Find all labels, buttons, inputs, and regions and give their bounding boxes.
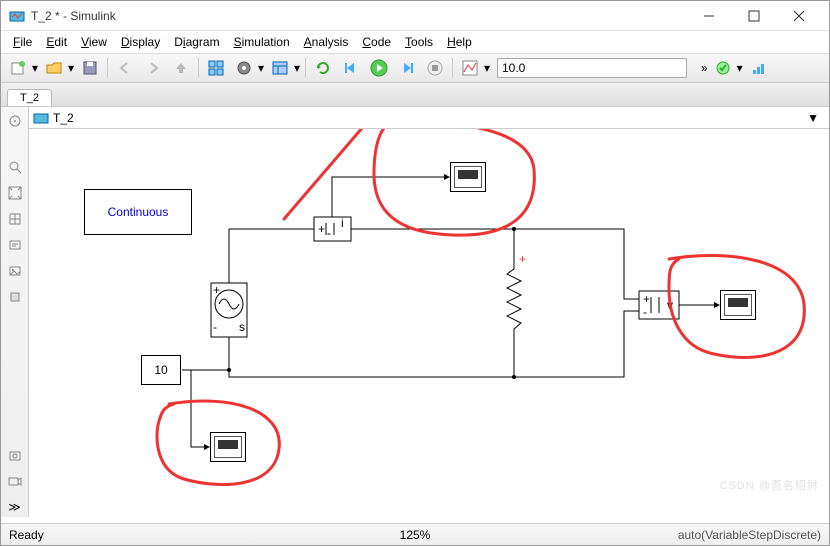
menu-tools[interactable]: Tools: [399, 33, 439, 51]
ac-source-block[interactable]: + - s: [211, 283, 247, 337]
titlebar: T_2 * - Simulink: [1, 1, 829, 31]
powergui-block[interactable]: Continuous: [84, 189, 192, 235]
svg-text:+: +: [213, 283, 220, 297]
left-palette: ≫: [1, 107, 29, 517]
toggle-perspective-button[interactable]: [5, 209, 25, 229]
new-model-button[interactable]: [5, 56, 31, 80]
svg-text:-: -: [213, 320, 217, 334]
save-button[interactable]: [77, 56, 103, 80]
menu-display[interactable]: Display: [115, 33, 166, 51]
scope-voltage-block[interactable]: [720, 290, 756, 320]
open-dropdown[interactable]: ▾: [67, 61, 75, 75]
toolbar: ▾ ▾ ▾ ▾ ▾ 10.0 » ▾: [1, 53, 829, 83]
maximize-button[interactable]: [731, 2, 776, 30]
status-left: Ready: [9, 528, 44, 542]
viewmark-button[interactable]: [5, 287, 25, 307]
deploy-button[interactable]: [746, 56, 772, 80]
build-button[interactable]: [710, 56, 736, 80]
current-sensor-block[interactable]: + i -: [314, 216, 351, 241]
minimize-button[interactable]: [686, 2, 731, 30]
svg-text:+: +: [318, 222, 325, 236]
svg-text:s: s: [239, 320, 245, 334]
menu-edit[interactable]: Edit: [40, 33, 73, 51]
fit-button[interactable]: [5, 183, 25, 203]
model-explorer-dropdown[interactable]: ▾: [293, 61, 301, 75]
svg-text:+: +: [643, 292, 650, 306]
menu-help[interactable]: Help: [441, 33, 478, 51]
constant-block[interactable]: 10: [141, 355, 181, 385]
breadcrumb-dropdown[interactable]: ▼: [807, 111, 819, 125]
help-rail-button[interactable]: ≫: [5, 497, 25, 517]
breadcrumb-name[interactable]: T_2: [53, 111, 74, 125]
stop-button[interactable]: [422, 56, 448, 80]
data-inspector-button[interactable]: [457, 56, 483, 80]
menu-analysis[interactable]: Analysis: [298, 33, 355, 51]
tabbar: T_2: [1, 83, 829, 107]
hide-browser-button[interactable]: [5, 111, 25, 131]
step-forward-button[interactable]: [394, 56, 420, 80]
build-dropdown[interactable]: ▾: [736, 61, 744, 75]
zoom-button[interactable]: [5, 157, 25, 177]
breadcrumb-bar: T_2 ▼: [29, 107, 829, 129]
up-button[interactable]: [168, 56, 194, 80]
image-button[interactable]: [5, 261, 25, 281]
status-zoom[interactable]: 125%: [400, 528, 431, 542]
window-title: T_2 * - Simulink: [31, 9, 686, 23]
resistor-block[interactable]: +: [507, 252, 526, 339]
step-back-button[interactable]: [338, 56, 364, 80]
mode-separator: »: [701, 61, 708, 75]
model-config-button[interactable]: [231, 56, 257, 80]
scope-current-block[interactable]: [450, 162, 486, 192]
screenshot-button[interactable]: [5, 445, 25, 465]
open-button[interactable]: [41, 56, 67, 80]
data-inspector-dropdown[interactable]: ▾: [483, 61, 491, 75]
powergui-label: Continuous: [108, 205, 169, 219]
svg-text:-: -: [327, 226, 331, 240]
resistor-plus-label: +: [519, 252, 526, 266]
close-button[interactable]: [776, 2, 821, 30]
new-model-dropdown[interactable]: ▾: [31, 61, 39, 75]
menu-code[interactable]: Code: [356, 33, 397, 51]
svg-text:i: i: [341, 216, 344, 230]
menubar: File Edit View Display Diagram Simulatio…: [1, 31, 829, 53]
status-solver[interactable]: auto(VariableStepDiscrete): [678, 528, 821, 542]
annotation-button[interactable]: [5, 235, 25, 255]
model-canvas[interactable]: + + - s + i -: [29, 129, 829, 517]
svg-text:-: -: [643, 305, 647, 319]
model-config-dropdown[interactable]: ▾: [257, 61, 265, 75]
menu-view[interactable]: View: [75, 33, 113, 51]
statusbar: Ready 125% auto(VariableStepDiscrete): [1, 523, 829, 545]
model-icon: [33, 110, 49, 126]
forward-button[interactable]: [140, 56, 166, 80]
menu-file[interactable]: File: [7, 33, 38, 51]
record-button[interactable]: [5, 471, 25, 491]
back-button[interactable]: [112, 56, 138, 80]
scope-signal-block[interactable]: [210, 432, 246, 462]
watermark: CSDN @吾名招财: [720, 477, 819, 493]
library-browser-button[interactable]: [203, 56, 229, 80]
fast-restart-button[interactable]: [310, 56, 336, 80]
tab-model[interactable]: T_2: [7, 89, 52, 106]
app-icon: [9, 8, 25, 24]
stop-time-input[interactable]: 10.0: [497, 58, 687, 78]
menu-simulation[interactable]: Simulation: [228, 33, 296, 51]
menu-diagram[interactable]: Diagram: [168, 33, 225, 51]
constant-value-label: 10: [154, 363, 167, 377]
model-explorer-button[interactable]: [267, 56, 293, 80]
run-button[interactable]: [366, 56, 392, 80]
